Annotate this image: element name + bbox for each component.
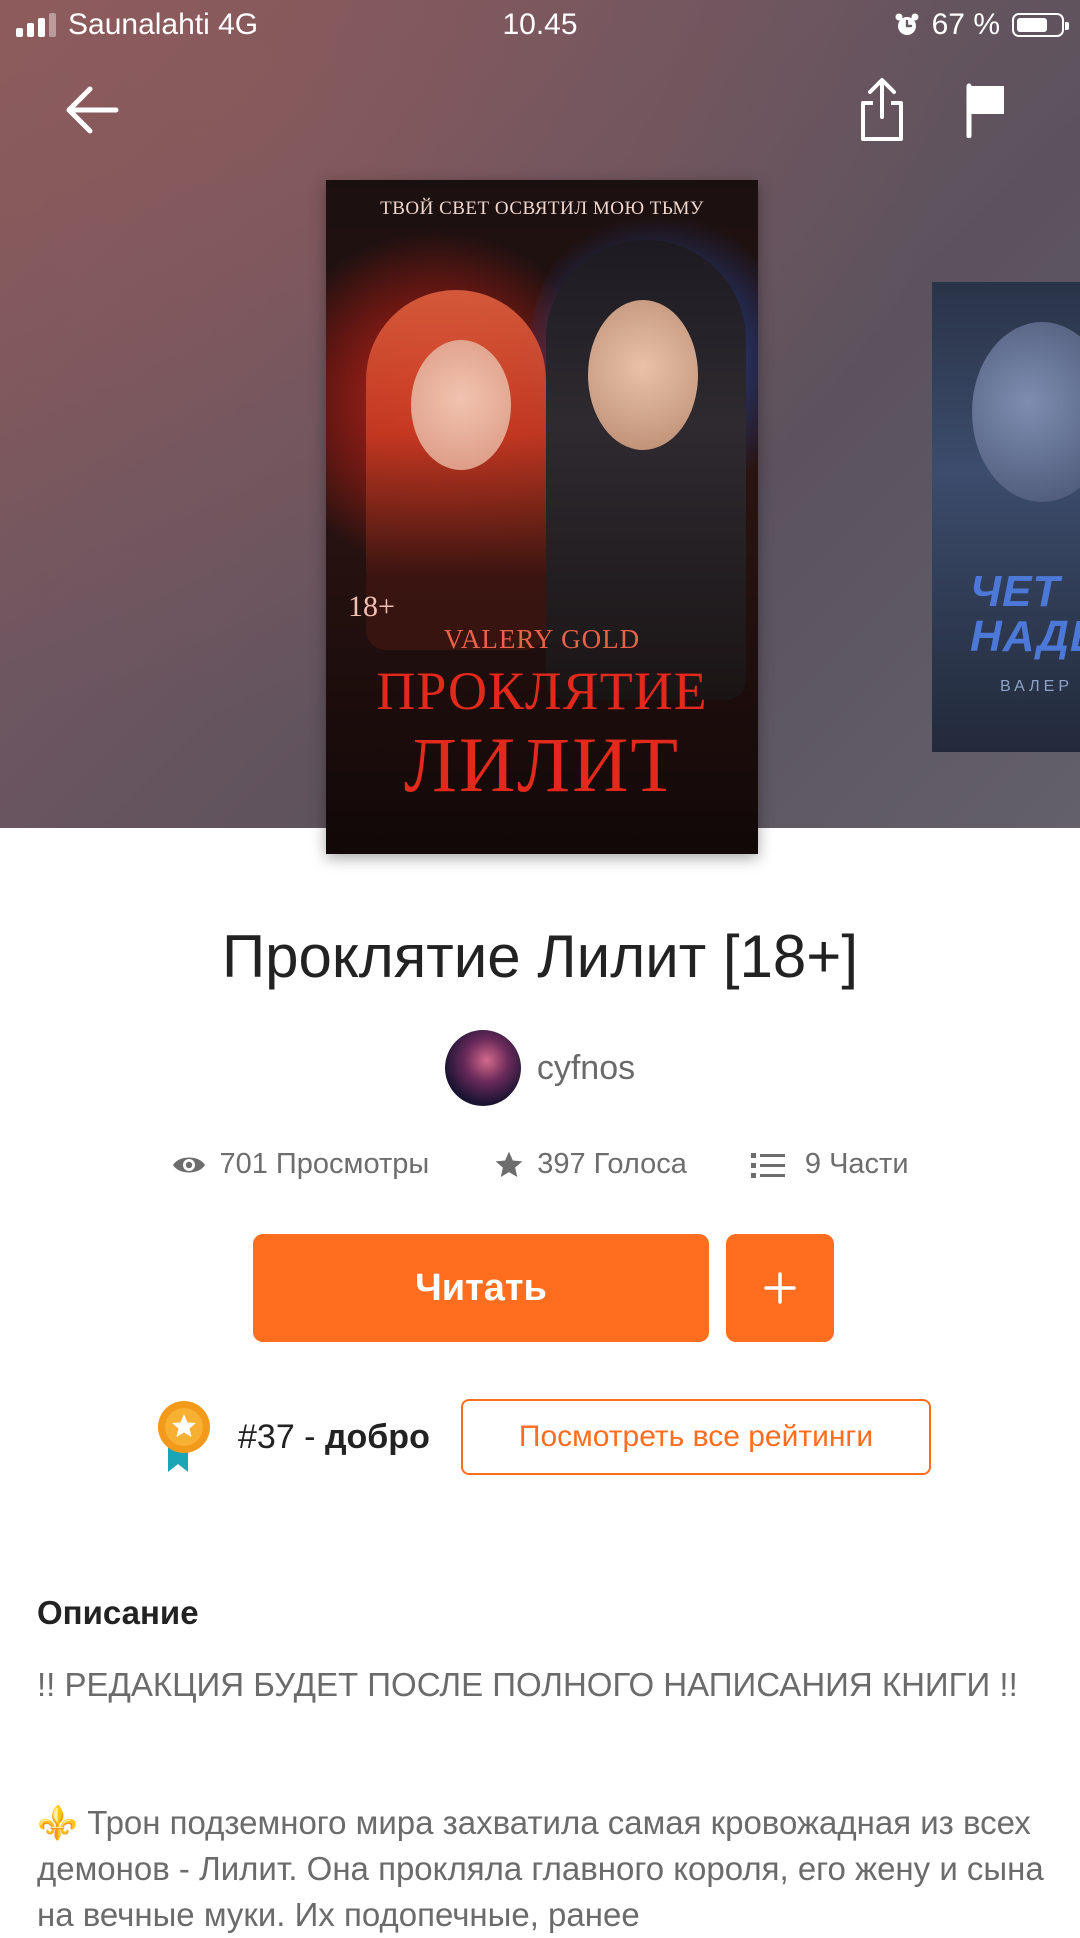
list-icon — [750, 1152, 785, 1178]
rank-separator: - — [294, 1417, 325, 1456]
fleur-de-lis-icon: ⚜️ — [37, 1804, 79, 1841]
plus-icon — [764, 1272, 796, 1304]
flag-icon — [966, 83, 1004, 138]
cover-man-face — [588, 300, 698, 450]
share-icon — [861, 78, 903, 141]
share-button[interactable] — [842, 70, 922, 150]
alarm-icon — [895, 13, 919, 35]
eye-icon — [173, 1157, 206, 1172]
ranking-badge: #37 - добро — [154, 1400, 430, 1474]
battery-percent: 67 % — [931, 8, 1000, 41]
next-cover-title-line2: НАДЕ — [970, 612, 1080, 661]
star-icon — [495, 1151, 523, 1177]
book-cover[interactable]: ТВОЙ СВЕТ ОСВЯТИЛ МОЮ ТЬМУ 18+ VALERY GO… — [326, 180, 758, 854]
author-avatar[interactable] — [444, 1030, 521, 1106]
views-label: 701 Просмотры — [219, 1148, 430, 1180]
parts-stat[interactable]: 9 Части — [750, 1148, 909, 1181]
cover-art — [972, 322, 1080, 502]
cover-tagline: ТВОЙ СВЕТ ОСВЯТИЛ МОЮ ТЬМУ — [380, 198, 704, 219]
story-title: Проклятие Лилит [18+] — [221, 923, 858, 990]
ranking-text: #37 - добро — [238, 1418, 430, 1457]
next-cover-title-line1: ЧЕТ — [970, 567, 1061, 616]
description-text: ⚜️ Трон подземного мира захватила самая … — [37, 1800, 1047, 1938]
views-stat: 701 Просмотры — [171, 1148, 429, 1181]
status-right: 67 % — [894, 8, 1069, 42]
arrow-left-icon — [66, 86, 119, 134]
status-bar: Saunalahti 4G 10.45 67 % — [0, 0, 1080, 52]
report-button[interactable] — [946, 70, 1026, 150]
back-button[interactable] — [52, 70, 132, 150]
votes-label: 397 Голоса — [537, 1148, 687, 1180]
cover-author: VALERY GOLD — [443, 624, 641, 654]
rank-number: #37 — [238, 1417, 295, 1456]
parts-label[interactable]: 9 Части — [805, 1148, 909, 1181]
battery-icon — [1012, 13, 1069, 37]
story-stats: 701 Просмотры 397 Голоса 9 Части — [0, 1148, 1080, 1181]
next-cover-author: ВАЛЕР — [1000, 678, 1074, 695]
votes-stat: 397 Голоса — [493, 1148, 687, 1181]
cover-title-line2: ЛИЛИТ — [403, 721, 681, 808]
read-button[interactable]: Читать — [253, 1234, 709, 1342]
description-notice: !! РЕДАКЦИЯ БУДЕТ ПОСЛЕ ПОЛНОГО НАПИСАНИ… — [37, 1666, 1018, 1703]
view-all-rankings-button[interactable]: Посмотреть все рейтинги — [461, 1399, 931, 1475]
next-book-cover[interactable]: ЧЕТ НАДЕ ВАЛЕР — [932, 282, 1080, 752]
cover-title-line1: ПРОКЛЯТИЕ — [376, 661, 708, 721]
rank-tag: добро — [324, 1417, 430, 1456]
cover-age-rating: 18+ — [348, 590, 395, 623]
ribbon-medal-icon — [158, 1401, 210, 1472]
description-heading: Описание — [37, 1594, 199, 1631]
add-to-library-button[interactable] — [726, 1234, 834, 1342]
description-body: Трон подземного мира захватила самая кро… — [37, 1804, 1044, 1933]
author-name[interactable]: cyfnos — [537, 1049, 635, 1088]
cover-woman-face — [411, 340, 511, 470]
author-link[interactable]: cyfnos — [0, 1030, 1080, 1106]
